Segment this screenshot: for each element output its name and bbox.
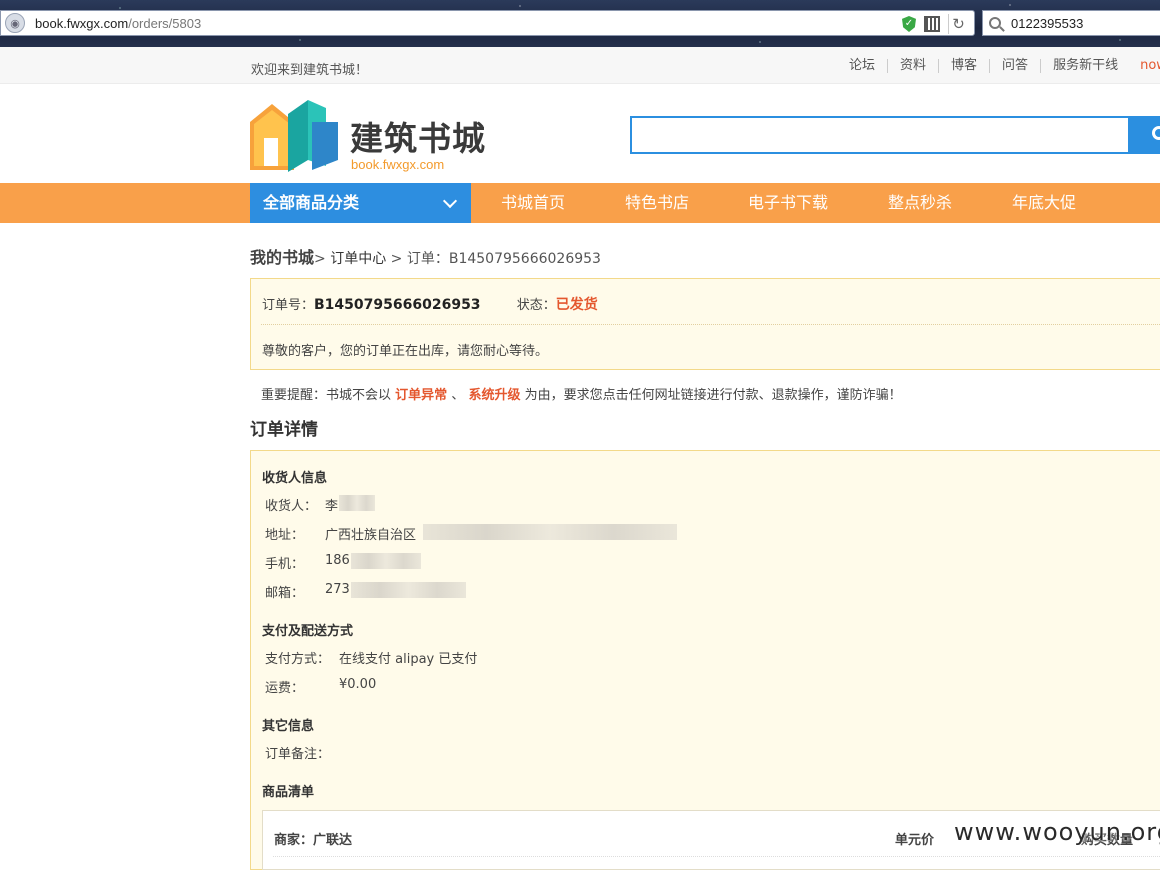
notice-separator: 、: [451, 388, 465, 403]
site-topbar: 欢迎来到建筑书城！ 论坛 资料 博客 问答 服务新干线 now: [0, 47, 1160, 84]
order-status-label: 状态：: [516, 298, 556, 313]
topbar-link-forum[interactable]: 论坛: [849, 59, 887, 73]
url-host: book.fwxgx.com: [35, 15, 129, 31]
divider: [273, 856, 1160, 857]
logo-house-icon: [250, 100, 338, 172]
phone-label: 手机：: [265, 557, 305, 572]
email-value: 273: [325, 582, 350, 597]
site-logo[interactable]: 建筑书城 book.fwxgx.com: [250, 100, 510, 174]
breadcrumb-sep: >: [390, 251, 403, 267]
topbar-link-extra[interactable]: now: [1130, 59, 1160, 73]
breadcrumb-home[interactable]: 我的书城: [250, 248, 314, 267]
phone-value: 186: [325, 553, 350, 568]
seller-name: 商家：广联达: [274, 833, 353, 848]
redacted-name: [339, 495, 375, 511]
redacted-email: [351, 582, 466, 598]
site-search-button[interactable]: [1128, 116, 1160, 154]
receiver-name-label: 收货人：: [265, 499, 318, 514]
watermark: www.wooyun.org: [954, 818, 1160, 846]
nav-item-featured[interactable]: 特色书店: [625, 183, 689, 223]
all-categories-menu[interactable]: 全部商品分类: [250, 183, 471, 223]
payment-method-value: 在线支付 alipay 已支付: [339, 652, 478, 667]
shield-icon[interactable]: ✓: [902, 16, 916, 32]
main-nav: 全部商品分类 书城首页 特色书店 电子书下载 整点秒杀 年底大促: [0, 183, 1160, 223]
browser-chrome: ◉ book.fwxgx.com/orders/5803 ✓ ↻ 0122395…: [0, 0, 1160, 47]
receiver-section-title: 收货人信息: [262, 471, 328, 486]
receiver-name: 李: [325, 499, 339, 514]
order-status-panel: 订单号：B1450795666026953 状态：已发货 尊敬的客户，您的订单正…: [250, 278, 1160, 370]
payment-method-label: 支付方式：: [265, 652, 331, 667]
redacted-phone: [351, 553, 421, 569]
breadcrumb-sep: >: [314, 251, 326, 267]
order-number-label: 订单号：: [262, 298, 315, 313]
breadcrumb-order-center[interactable]: 订单中心: [330, 251, 386, 267]
other-section-title: 其它信息: [262, 719, 315, 734]
notice-keyword-order-error: 订单异常: [395, 388, 448, 403]
order-message: 尊敬的客户，您的订单正在出库，请您耐心等待。: [262, 344, 549, 359]
order-summary: 订单号：B1450795666026953 状态：已发货: [262, 294, 598, 314]
breadcrumb-current: 订单：B1450795666026953: [406, 251, 601, 267]
topbar-link-service[interactable]: 服务新干线: [1040, 59, 1130, 73]
logo-domain: book.fwxgx.com: [351, 157, 445, 172]
redacted-address: [423, 524, 677, 540]
shipping-fee-value: ¥0.00: [339, 677, 377, 692]
welcome-text: 欢迎来到建筑书城！: [251, 63, 369, 78]
notice-keyword-system-upgrade: 系统升级: [468, 388, 521, 403]
order-remark-label: 订单备注：: [265, 747, 331, 762]
address-url[interactable]: book.fwxgx.com/orders/5803: [35, 16, 201, 31]
nav-item-home[interactable]: 书城首页: [501, 183, 565, 223]
chevron-down-icon: [442, 193, 458, 209]
nav-item-ebooks[interactable]: 电子书下载: [748, 183, 828, 223]
globe-icon: ◉: [5, 13, 25, 33]
address-value: 广西壮族自治区: [325, 528, 417, 543]
search-icon: [1152, 126, 1160, 140]
goods-section-title: 商品清单: [262, 785, 315, 800]
email-label: 邮箱：: [265, 586, 305, 601]
topbar-link-blog[interactable]: 博客: [938, 59, 989, 73]
logo-title: 建筑书城: [350, 119, 486, 158]
order-number: B1450795666026953: [314, 297, 481, 313]
address-label: 地址：: [265, 528, 305, 543]
site-search-input[interactable]: [630, 116, 1130, 154]
search-icon: [989, 17, 1001, 29]
refresh-icon[interactable]: ↻: [948, 14, 968, 34]
url-path: /orders/5803: [128, 15, 202, 31]
status-badge: 已发货: [555, 297, 598, 313]
nav-item-flash-sale[interactable]: 整点秒杀: [888, 183, 952, 223]
address-tools: ✓ ↻: [902, 14, 968, 34]
topbar-links: 论坛 资料 博客 问答 服务新干线 now: [849, 59, 1160, 73]
browser-search-query[interactable]: 0122395533: [1011, 16, 1083, 31]
address-bar[interactable]: ◉ book.fwxgx.com/orders/5803 ✓ ↻: [0, 10, 975, 36]
payment-section-title: 支付及配送方式: [262, 624, 354, 639]
unit-price-header: 单元价: [895, 833, 935, 848]
browser-search-box[interactable]: 0122395533: [982, 10, 1160, 36]
all-categories-label: 全部商品分类: [263, 193, 360, 212]
order-detail-title: 订单详情: [250, 420, 318, 440]
notice-suffix: 为由，要求您点击任何网址链接进行付款、退款操作，谨防诈骗！: [524, 388, 902, 403]
order-detail-panel: 收货人信息 收货人： 李 地址： 广西壮族自治区 手机： 186 邮箱： 273…: [250, 450, 1160, 870]
site-search: [630, 116, 1160, 154]
nav-item-year-end-sale[interactable]: 年底大促: [1012, 183, 1076, 223]
notice-prefix: 重要提醒：书城不会以: [261, 388, 392, 403]
divider: [261, 324, 1160, 325]
security-notice: 重要提醒：书城不会以 订单异常 、 系统升级 为由，要求您点击任何网址链接进行付…: [261, 384, 902, 403]
topbar-link-qa[interactable]: 问答: [989, 59, 1040, 73]
shipping-fee-label: 运费：: [265, 681, 305, 696]
breadcrumb: 我的书城> 订单中心 > 订单：B1450795666026953: [250, 244, 601, 268]
topbar-link-docs[interactable]: 资料: [887, 59, 938, 73]
qr-code-icon[interactable]: [924, 16, 940, 32]
